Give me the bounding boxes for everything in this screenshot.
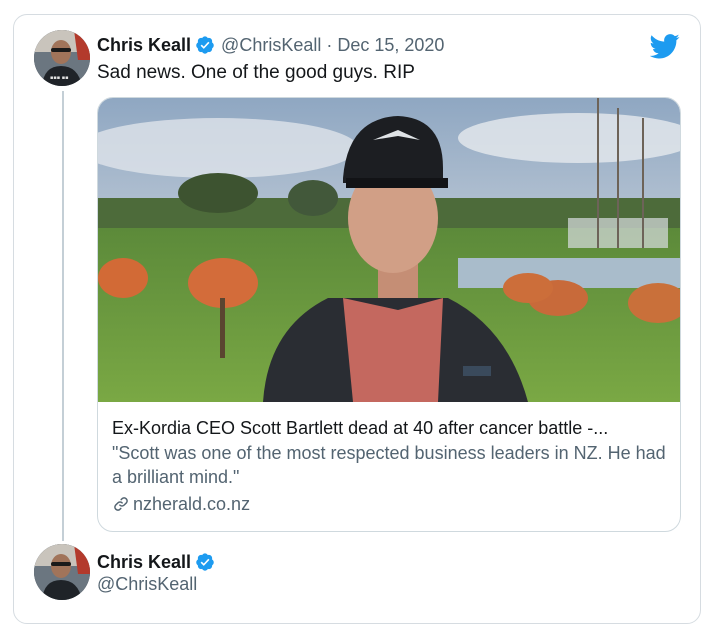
tweet-header: Chris Keall @ChrisKeall · Dec 15, 2020 [97, 34, 444, 56]
header-separator: · [326, 34, 333, 55]
tweet-date[interactable]: Dec 15, 2020 [337, 35, 444, 56]
footer-name-row: Chris Keall [97, 551, 215, 573]
footer-author-avatar[interactable] [34, 544, 90, 600]
card-domain[interactable]: nzherald.co.nz [133, 492, 250, 516]
author-name[interactable]: Chris Keall [97, 35, 191, 56]
link-preview-card[interactable]: Ex-Kordia CEO Scott Bartlett dead at 40 … [97, 97, 681, 532]
link-icon [114, 497, 128, 511]
card-text-area: Ex-Kordia CEO Scott Bartlett dead at 40 … [112, 416, 666, 516]
footer-author-handle[interactable]: @ChrisKeall [97, 574, 215, 595]
verified-badge-icon [195, 552, 215, 572]
card-title[interactable]: Ex-Kordia CEO Scott Bartlett dead at 40 … [112, 416, 666, 440]
article-image [98, 98, 680, 402]
twitter-bird-icon[interactable] [649, 34, 680, 59]
svg-text:▪▪▪ ▪▪: ▪▪▪ ▪▪ [50, 75, 69, 81]
footer-author-info: Chris Keall @ChrisKeall [97, 551, 215, 595]
author-avatar[interactable]: ▪▪▪ ▪▪ [34, 30, 90, 86]
thread-connector-line [62, 91, 64, 541]
verified-badge-icon [195, 35, 215, 55]
author-handle[interactable]: @ChrisKeall [221, 35, 321, 56]
card-domain-row[interactable]: nzherald.co.nz [112, 492, 666, 516]
tweet-text: Sad news. One of the good guys. RIP [97, 62, 415, 83]
card-description: "Scott was one of the most respected bus… [112, 443, 666, 487]
footer-author-name[interactable]: Chris Keall [97, 552, 191, 573]
